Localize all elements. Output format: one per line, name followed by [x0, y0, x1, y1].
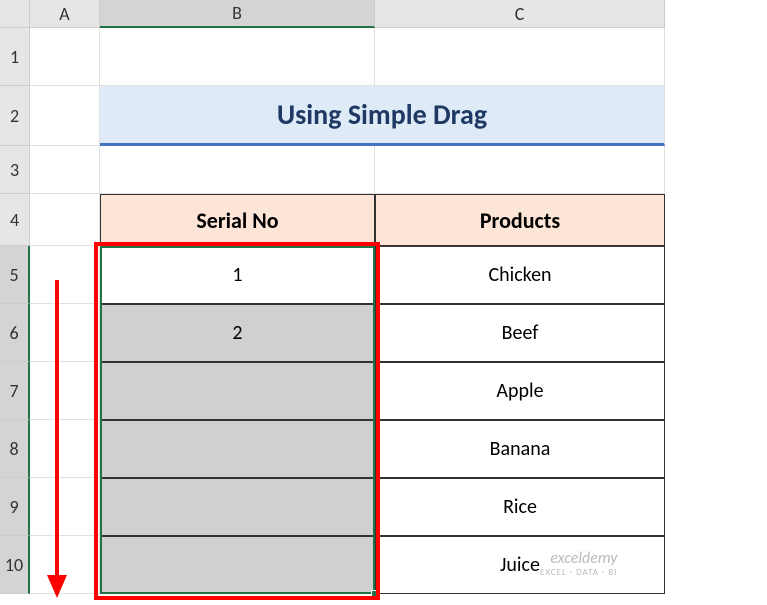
row-header-9[interactable]: 9	[0, 478, 30, 536]
cell-serial-5[interactable]	[100, 478, 375, 536]
row-header-6[interactable]: 6	[0, 304, 30, 362]
cell-a2[interactable]	[30, 86, 100, 146]
col-header-c[interactable]: C	[375, 0, 665, 28]
cell-serial-2[interactable]: 2	[100, 304, 375, 362]
cell-serial-6[interactable]	[100, 536, 375, 594]
row-header-4[interactable]: 4	[0, 194, 30, 246]
row-header-2[interactable]: 2	[0, 86, 30, 146]
row-header-3[interactable]: 3	[0, 146, 30, 194]
fill-handle[interactable]	[371, 590, 379, 598]
cell-serial-1[interactable]: 1	[100, 246, 375, 304]
select-all-corner[interactable]	[0, 0, 30, 28]
cell-a3[interactable]	[30, 146, 100, 194]
cell-serial-3[interactable]	[100, 362, 375, 420]
row-headers: 1 2 3 4 5 6 7 8 9 10	[0, 28, 30, 594]
cell-a1[interactable]	[30, 28, 100, 86]
watermark-line2: EXCEL · DATA · BI	[540, 568, 617, 578]
cell-product-6[interactable]: Juice	[375, 536, 665, 594]
table-row: 1 Chicken	[30, 246, 665, 304]
cell-b3[interactable]	[100, 146, 375, 194]
cell-b1[interactable]	[100, 28, 375, 86]
cell-product-3[interactable]: Apple	[375, 362, 665, 420]
col-header-a[interactable]: A	[30, 0, 100, 28]
cell-a6[interactable]	[30, 304, 100, 362]
cell-grid: Using Simple Drag Serial No Products 1 C…	[30, 28, 665, 594]
header-products[interactable]: Products	[375, 194, 665, 246]
cell-product-1[interactable]: Chicken	[375, 246, 665, 304]
row-header-8[interactable]: 8	[0, 420, 30, 478]
cell-serial-4[interactable]	[100, 420, 375, 478]
table-row: 2 Beef	[30, 304, 665, 362]
row-header-1[interactable]: 1	[0, 28, 30, 86]
cell-c1[interactable]	[375, 28, 665, 86]
cell-product-2[interactable]: Beef	[375, 304, 665, 362]
watermark: exceldemy EXCEL · DATA · BI	[540, 550, 617, 577]
cell-a4[interactable]	[30, 194, 100, 246]
title-cell[interactable]: Using Simple Drag	[100, 86, 665, 146]
cell-a10[interactable]	[30, 536, 100, 594]
column-headers: A B C	[30, 0, 665, 28]
cell-product-4[interactable]: Banana	[375, 420, 665, 478]
spreadsheet: A B C 1 2 3 4 5 6 7 8 9 10 Using Simple …	[0, 0, 767, 605]
row-header-5[interactable]: 5	[0, 246, 30, 304]
row-header-10[interactable]: 10	[0, 536, 30, 594]
cell-a8[interactable]	[30, 420, 100, 478]
header-serial[interactable]: Serial No	[100, 194, 375, 246]
table-row: Rice	[30, 478, 665, 536]
cell-a7[interactable]	[30, 362, 100, 420]
col-header-b[interactable]: B	[100, 0, 375, 28]
cell-product-5[interactable]: Rice	[375, 478, 665, 536]
cell-a5[interactable]	[30, 246, 100, 304]
watermark-line1: exceldemy	[540, 550, 617, 568]
cell-c3[interactable]	[375, 146, 665, 194]
table-row: Apple	[30, 362, 665, 420]
table-row: Banana	[30, 420, 665, 478]
cell-a9[interactable]	[30, 478, 100, 536]
row-header-7[interactable]: 7	[0, 362, 30, 420]
